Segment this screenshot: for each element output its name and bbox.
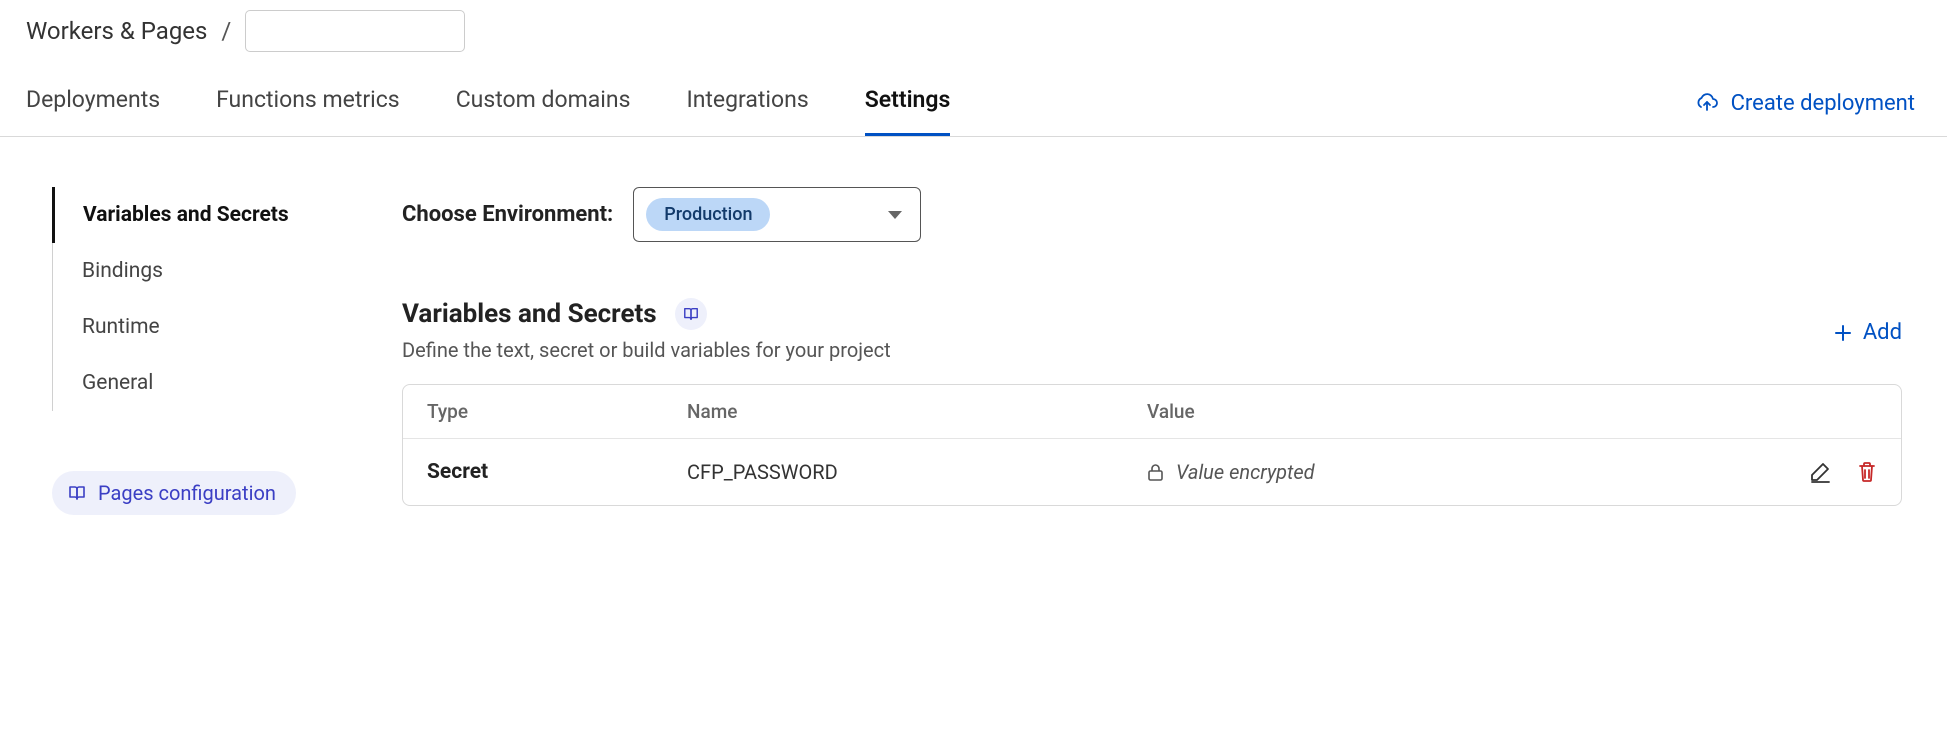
environment-select[interactable]: Production <box>633 187 921 242</box>
breadcrumb-root[interactable]: Workers & Pages <box>26 17 207 45</box>
plus-icon <box>1833 323 1853 343</box>
settings-side-nav: Variables and Secrets Bindings Runtime G… <box>52 187 362 411</box>
tab-integrations[interactable]: Integrations <box>686 70 808 136</box>
variables-table: Type Name Value Secret CFP_PASSWORD <box>402 384 1902 506</box>
table-header-name: Name <box>687 400 1147 423</box>
create-deployment-label: Create deployment <box>1731 91 1915 116</box>
edit-row-button[interactable] <box>1809 461 1831 483</box>
pages-configuration-button[interactable]: Pages configuration <box>52 471 296 515</box>
section-description: Define the text, secret or build variabl… <box>402 338 891 362</box>
breadcrumb: Workers & Pages / <box>0 10 1947 70</box>
section-title: Variables and Secrets <box>402 299 657 329</box>
add-button-label: Add <box>1863 320 1902 345</box>
row-type: Secret <box>427 460 687 484</box>
sidebar-item-bindings[interactable]: Bindings <box>52 243 362 299</box>
table-row: Secret CFP_PASSWORD Value encrypted <box>403 439 1901 505</box>
pages-configuration-label: Pages configuration <box>98 481 276 505</box>
book-icon <box>68 484 86 502</box>
sidebar-item-variables-and-secrets[interactable]: Variables and Secrets <box>52 187 362 243</box>
row-value: Value encrypted <box>1176 460 1315 484</box>
lock-icon <box>1147 463 1164 482</box>
table-header-value: Value <box>1147 400 1757 423</box>
tab-settings[interactable]: Settings <box>865 70 951 136</box>
cloud-upload-icon <box>1695 93 1719 113</box>
create-deployment-button[interactable]: Create deployment <box>1695 91 1921 116</box>
tab-deployments[interactable]: Deployments <box>26 70 160 136</box>
sidebar-item-runtime[interactable]: Runtime <box>52 299 362 355</box>
environment-selected-pill: Production <box>646 198 770 231</box>
docs-icon-button[interactable] <box>675 298 707 330</box>
tab-functions-metrics[interactable]: Functions metrics <box>216 70 400 136</box>
delete-row-button[interactable] <box>1857 461 1877 483</box>
breadcrumb-separator: / <box>221 17 231 45</box>
add-variable-button[interactable]: Add <box>1833 320 1902 345</box>
breadcrumb-project-select[interactable] <box>245 10 465 52</box>
chevron-down-icon <box>888 211 902 219</box>
tabs-bar: Deployments Functions metrics Custom dom… <box>0 70 1947 137</box>
environment-label: Choose Environment: <box>402 202 613 227</box>
tab-custom-domains[interactable]: Custom domains <box>456 70 631 136</box>
row-name: CFP_PASSWORD <box>687 460 1147 484</box>
table-header-type: Type <box>427 400 687 423</box>
sidebar-item-general[interactable]: General <box>52 355 362 411</box>
